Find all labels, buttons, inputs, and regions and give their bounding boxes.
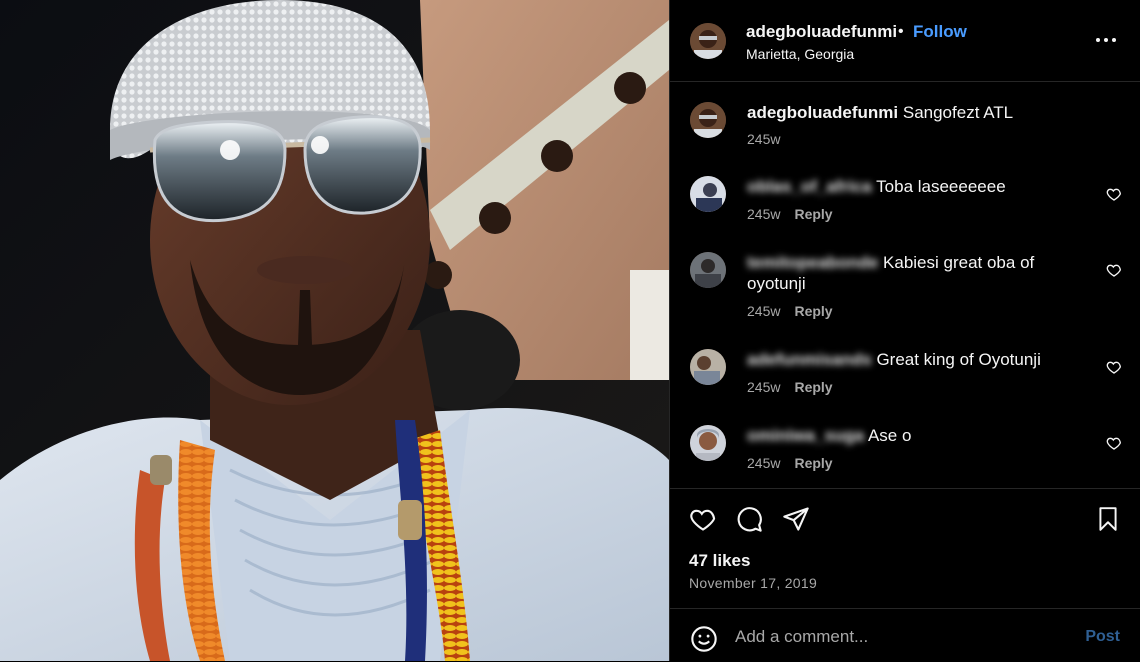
post-date: November 17, 2019	[689, 575, 818, 591]
caption-text: adegboluadefunmi Sangofezt ATL	[747, 102, 1087, 123]
post-header: adegboluadefunmi • Follow Marietta, Geor…	[670, 0, 1140, 82]
comment-meta: 245w Reply	[747, 303, 833, 319]
reply-button[interactable]: Reply	[794, 303, 832, 319]
comment-text: ominiwa_suga Ase o	[747, 425, 1087, 446]
emoji-icon[interactable]	[690, 625, 718, 658]
add-comment-bar: Add a comment... Post	[670, 608, 1140, 662]
caption-body: Sangofezt ATL	[902, 103, 1014, 122]
reply-button[interactable]: Reply	[794, 455, 832, 471]
commenter-avatar[interactable]	[690, 176, 726, 212]
commenter-username[interactable]: temitopeabonde	[747, 253, 878, 272]
comment-time[interactable]: 245w	[747, 206, 780, 222]
caption-username[interactable]: adegboluadefunmi	[747, 103, 898, 122]
reply-button[interactable]: Reply	[794, 379, 832, 395]
author-avatar[interactable]	[690, 23, 726, 59]
like-comment-heart-icon[interactable]	[1106, 186, 1122, 202]
comments-list: adegboluadefunmi Sangofezt ATL 245w obla…	[670, 82, 1140, 488]
like-comment-heart-icon[interactable]	[1106, 435, 1122, 451]
comment-text: oblas_of_africa Toba laseeeeeee	[747, 176, 1087, 197]
comment-text: adefunmisands Great king of Oyotunji	[747, 349, 1087, 370]
post-details-panel: adegboluadefunmi • Follow Marietta, Geor…	[669, 0, 1140, 661]
post-photo	[0, 0, 669, 661]
comment-icon[interactable]	[735, 505, 763, 538]
caption-avatar[interactable]	[690, 102, 726, 138]
comment-time[interactable]: 245w	[747, 303, 780, 319]
caption-time[interactable]: 245w	[747, 131, 780, 147]
comment-time[interactable]: 245w	[747, 455, 780, 471]
commenter-avatar[interactable]	[690, 252, 726, 288]
comment-time[interactable]: 245w	[747, 379, 780, 395]
commenter-username[interactable]: ominiwa_suga	[747, 426, 864, 445]
like-comment-heart-icon[interactable]	[1106, 359, 1122, 375]
caption-meta: 245w	[747, 131, 780, 147]
comment-meta: 245w Reply	[747, 455, 833, 471]
more-options-icon[interactable]	[1094, 28, 1118, 52]
commenter-username[interactable]: adefunmisands	[747, 350, 872, 369]
bookmark-icon[interactable]	[1095, 505, 1121, 538]
likes-count[interactable]: 47 likes	[689, 551, 750, 571]
comment-body: Great king of Oyotunji	[876, 350, 1041, 369]
comment-meta: 245w Reply	[747, 379, 833, 395]
separator-dot: •	[898, 23, 904, 40]
comment-input[interactable]: Add a comment...	[735, 627, 868, 647]
post-button[interactable]: Post	[1085, 628, 1120, 646]
heart-icon[interactable]	[689, 505, 717, 538]
like-comment-heart-icon[interactable]	[1106, 262, 1122, 278]
post-actions: 47 likes November 17, 2019	[670, 488, 1140, 609]
comment-text: temitopeabonde Kabiesi great oba of oyot…	[747, 252, 1087, 294]
share-icon[interactable]	[782, 505, 810, 538]
post-location[interactable]: Marietta, Georgia	[746, 46, 854, 62]
commenter-avatar[interactable]	[690, 349, 726, 385]
comment-meta: 245w Reply	[747, 206, 833, 222]
comment-body: Toba laseeeeeee	[876, 177, 1006, 196]
comment-body: Ase o	[867, 426, 912, 445]
follow-button[interactable]: Follow	[913, 22, 967, 42]
commenter-username[interactable]: oblas_of_africa	[747, 177, 872, 196]
author-username[interactable]: adegboluadefunmi	[746, 22, 897, 42]
reply-button[interactable]: Reply	[794, 206, 832, 222]
commenter-avatar[interactable]	[690, 425, 726, 461]
